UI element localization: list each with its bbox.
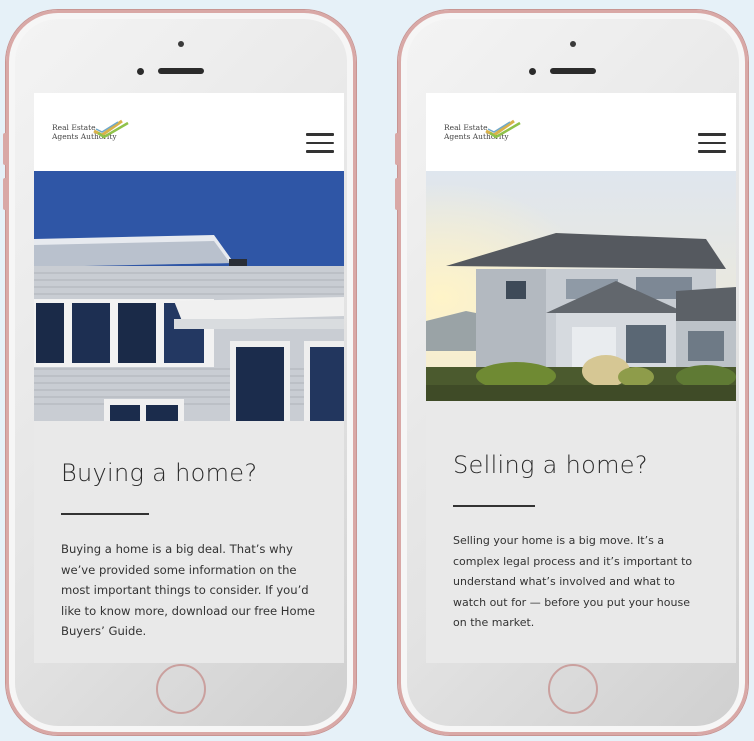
volume-down-button bbox=[395, 178, 399, 210]
volume-up-button bbox=[3, 133, 7, 165]
buying-card: Buying a home? Buying a home is a big de… bbox=[34, 421, 344, 663]
site-header: Real Estate Agents Authority bbox=[34, 93, 344, 171]
volume-down-button bbox=[3, 178, 7, 210]
card-title: Buying a home? bbox=[61, 459, 258, 487]
card-body-text: Selling your home is a big move. It’s a … bbox=[453, 534, 693, 629]
selling-card: Selling a home? Selling your home is a b… bbox=[426, 401, 736, 663]
sensor-icon bbox=[529, 68, 536, 75]
title-divider bbox=[453, 505, 535, 507]
speaker-icon bbox=[550, 68, 596, 74]
card-title: Selling a home? bbox=[453, 451, 648, 479]
phone-screen: Real Estate Agents Authority bbox=[34, 93, 344, 663]
home-button-icon[interactable] bbox=[548, 664, 598, 714]
hero-image-house-sunset bbox=[426, 171, 736, 401]
site-header: Real Estate Agents Authority bbox=[426, 93, 736, 171]
hamburger-menu-icon[interactable] bbox=[306, 133, 334, 153]
site-logo[interactable]: Real Estate Agents Authority bbox=[444, 119, 524, 153]
sensor-icon bbox=[137, 68, 144, 75]
hamburger-menu-icon[interactable] bbox=[698, 133, 726, 153]
camera-icon bbox=[570, 41, 576, 47]
title-divider bbox=[61, 513, 149, 515]
home-button-icon[interactable] bbox=[156, 664, 206, 714]
hero-image-house-blue-sky bbox=[34, 171, 344, 421]
phone-top-bezel bbox=[9, 35, 353, 95]
logo-check-icon bbox=[93, 119, 129, 139]
phone-mockup-buying: Real Estate Agents Authority Buying a ho… bbox=[3, 10, 356, 735]
phone-top-bezel bbox=[401, 35, 745, 95]
logo-check-icon bbox=[485, 119, 521, 139]
phone-mockup-selling: Real Estate Agents Authority Selling a h… bbox=[395, 10, 748, 735]
site-logo[interactable]: Real Estate Agents Authority bbox=[52, 119, 132, 153]
phone-screen: Real Estate Agents Authority bbox=[426, 93, 736, 663]
card-body-text: Buying a home is a big deal. That’s why … bbox=[61, 542, 316, 638]
camera-icon bbox=[178, 41, 184, 47]
speaker-icon bbox=[158, 68, 204, 74]
volume-up-button bbox=[395, 133, 399, 165]
